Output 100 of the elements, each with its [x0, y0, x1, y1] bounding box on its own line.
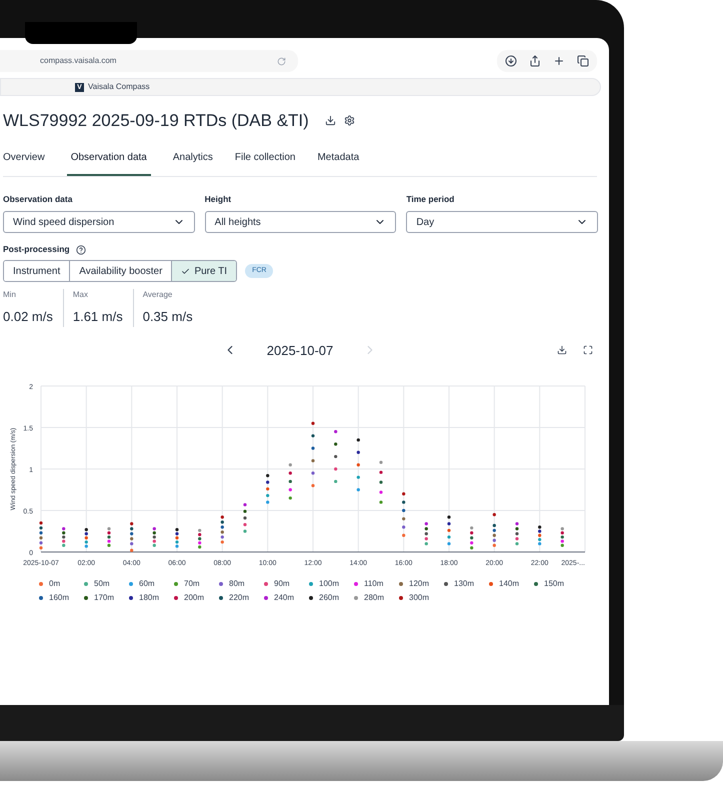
data-point — [424, 527, 428, 530]
current-date: 2025-10-07 — [266, 342, 334, 360]
legend-label: 110m — [364, 578, 384, 590]
legend-label: 180m — [139, 592, 160, 604]
data-point — [130, 522, 134, 526]
segment-option[interactable]: Pure TI — [171, 261, 236, 281]
download-icon[interactable] — [324, 115, 336, 126]
stat-label: Average — [142, 289, 174, 301]
download-icon[interactable] — [505, 55, 517, 67]
data-point — [311, 472, 315, 475]
data-point — [356, 463, 360, 466]
check-icon — [181, 266, 190, 276]
data-point — [515, 532, 519, 536]
data-point — [402, 534, 406, 537]
legend-label: 80m — [229, 578, 245, 590]
legend-label: 130m — [454, 578, 474, 590]
data-point — [515, 542, 519, 546]
legend-label: 160m — [49, 592, 70, 604]
data-point — [243, 523, 247, 526]
data-point — [334, 442, 338, 446]
tab-title: Vaisala Compass — [88, 81, 150, 93]
data-point — [220, 516, 224, 519]
data-point — [39, 546, 43, 550]
share-icon[interactable] — [529, 55, 541, 67]
data-point — [334, 454, 338, 458]
legend-label: 140m — [499, 578, 520, 590]
legend-label: 90m — [274, 578, 290, 590]
data-point — [266, 500, 270, 504]
data-point — [402, 492, 406, 496]
help-icon[interactable] — [76, 244, 86, 255]
data-point — [243, 530, 247, 533]
dropdown[interactable]: All heights — [204, 211, 396, 234]
data-point — [311, 422, 315, 425]
data-point — [288, 480, 292, 484]
data-point — [356, 450, 360, 454]
data-point — [402, 508, 406, 512]
data-point — [379, 470, 383, 474]
stat-label: Min — [3, 289, 17, 301]
legend-label: 220m — [229, 592, 250, 604]
data-point — [470, 541, 474, 544]
data-point — [379, 500, 383, 504]
data-point — [356, 488, 360, 492]
data-point — [39, 536, 43, 540]
tab[interactable]: File collection — [234, 150, 296, 176]
legend-label: 60m — [139, 578, 155, 590]
data-point — [515, 537, 519, 540]
legend-label: 70m — [184, 578, 200, 590]
legend-label: 280m — [364, 592, 384, 604]
dropdown[interactable]: Wind speed dispersion — [3, 211, 195, 234]
data-point — [402, 517, 406, 520]
data-point — [492, 538, 496, 542]
filter-label: Time period — [406, 192, 456, 206]
data-point — [515, 527, 519, 530]
data-point — [379, 460, 383, 464]
data-point — [492, 513, 496, 516]
dropdown[interactable]: Day — [406, 211, 598, 234]
stat-value: 0.35 m/s — [142, 308, 193, 326]
data-point — [266, 494, 270, 498]
data-point — [311, 459, 315, 462]
data-point — [447, 528, 451, 532]
fullscreen-icon[interactable] — [583, 345, 593, 356]
data-point — [130, 542, 134, 546]
section-label: Post-processing — [3, 243, 70, 256]
data-point — [243, 503, 247, 506]
legend-label: 170m — [94, 592, 114, 604]
data-point — [402, 500, 406, 504]
legend-label: 200m — [184, 592, 204, 604]
settings-icon[interactable] — [344, 115, 355, 126]
data-point — [447, 535, 451, 539]
stat-label: Max — [72, 289, 89, 301]
legend-label: 300m — [409, 592, 430, 604]
data-point — [447, 542, 451, 546]
tab[interactable]: Analytics — [172, 150, 213, 176]
legend-label: 0m — [49, 578, 60, 590]
data-point — [379, 490, 383, 494]
tab[interactable]: Metadata — [317, 150, 360, 176]
legend-label: 50m — [94, 578, 110, 590]
address-bar[interactable]: compass.vaisala.com — [0, 50, 298, 72]
data-point — [470, 546, 474, 550]
data-point — [288, 496, 292, 500]
stat-value: 1.61 m/s — [72, 308, 123, 326]
data-point — [424, 532, 428, 536]
legend-label: 120m — [409, 578, 430, 590]
data-point — [447, 516, 451, 519]
data-point — [334, 430, 338, 434]
data-point — [266, 480, 270, 484]
data-point — [266, 474, 270, 478]
data-point — [447, 522, 451, 526]
tab[interactable]: Overview — [3, 150, 45, 176]
tab[interactable]: Observation data — [66, 150, 151, 176]
download-icon[interactable] — [557, 345, 567, 356]
data-point — [311, 484, 315, 488]
data-point — [515, 522, 519, 526]
tabs-icon[interactable] — [577, 55, 589, 67]
data-point — [220, 520, 224, 524]
stat-value: 0.02 m/s — [3, 308, 53, 326]
data-point — [311, 434, 315, 438]
new-tab-icon[interactable] — [553, 55, 565, 67]
data-point — [266, 487, 270, 491]
data-point — [130, 548, 134, 552]
